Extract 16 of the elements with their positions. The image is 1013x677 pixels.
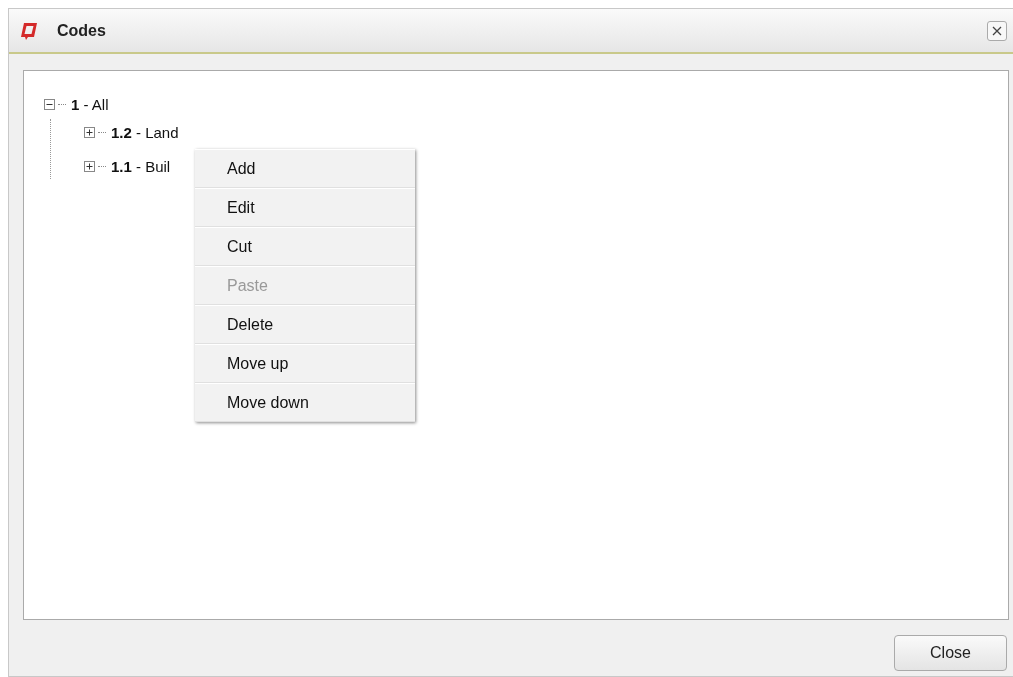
tree-node[interactable]: 1.1 - Buil — [111, 157, 171, 175]
tree-node[interactable]: 1.2 - Land — [111, 123, 179, 141]
expand-icon[interactable] — [84, 126, 95, 138]
menu-item[interactable]: Move up — [195, 344, 415, 383]
tree-node[interactable]: 1 - All — [71, 95, 109, 113]
expand-icon[interactable] — [84, 160, 95, 172]
close-button[interactable]: Close — [894, 635, 1007, 671]
collapse-icon[interactable] — [44, 98, 55, 110]
menu-item[interactable]: Add — [195, 149, 415, 188]
menu-item[interactable]: Move down — [195, 383, 415, 422]
close-icon[interactable] — [987, 20, 1007, 41]
menu-item[interactable]: Cut — [195, 227, 415, 266]
menu-item[interactable]: Delete — [195, 305, 415, 344]
logo-icon — [19, 20, 39, 41]
window-title: Codes — [57, 21, 107, 40]
menu-item[interactable]: Edit — [195, 188, 415, 227]
